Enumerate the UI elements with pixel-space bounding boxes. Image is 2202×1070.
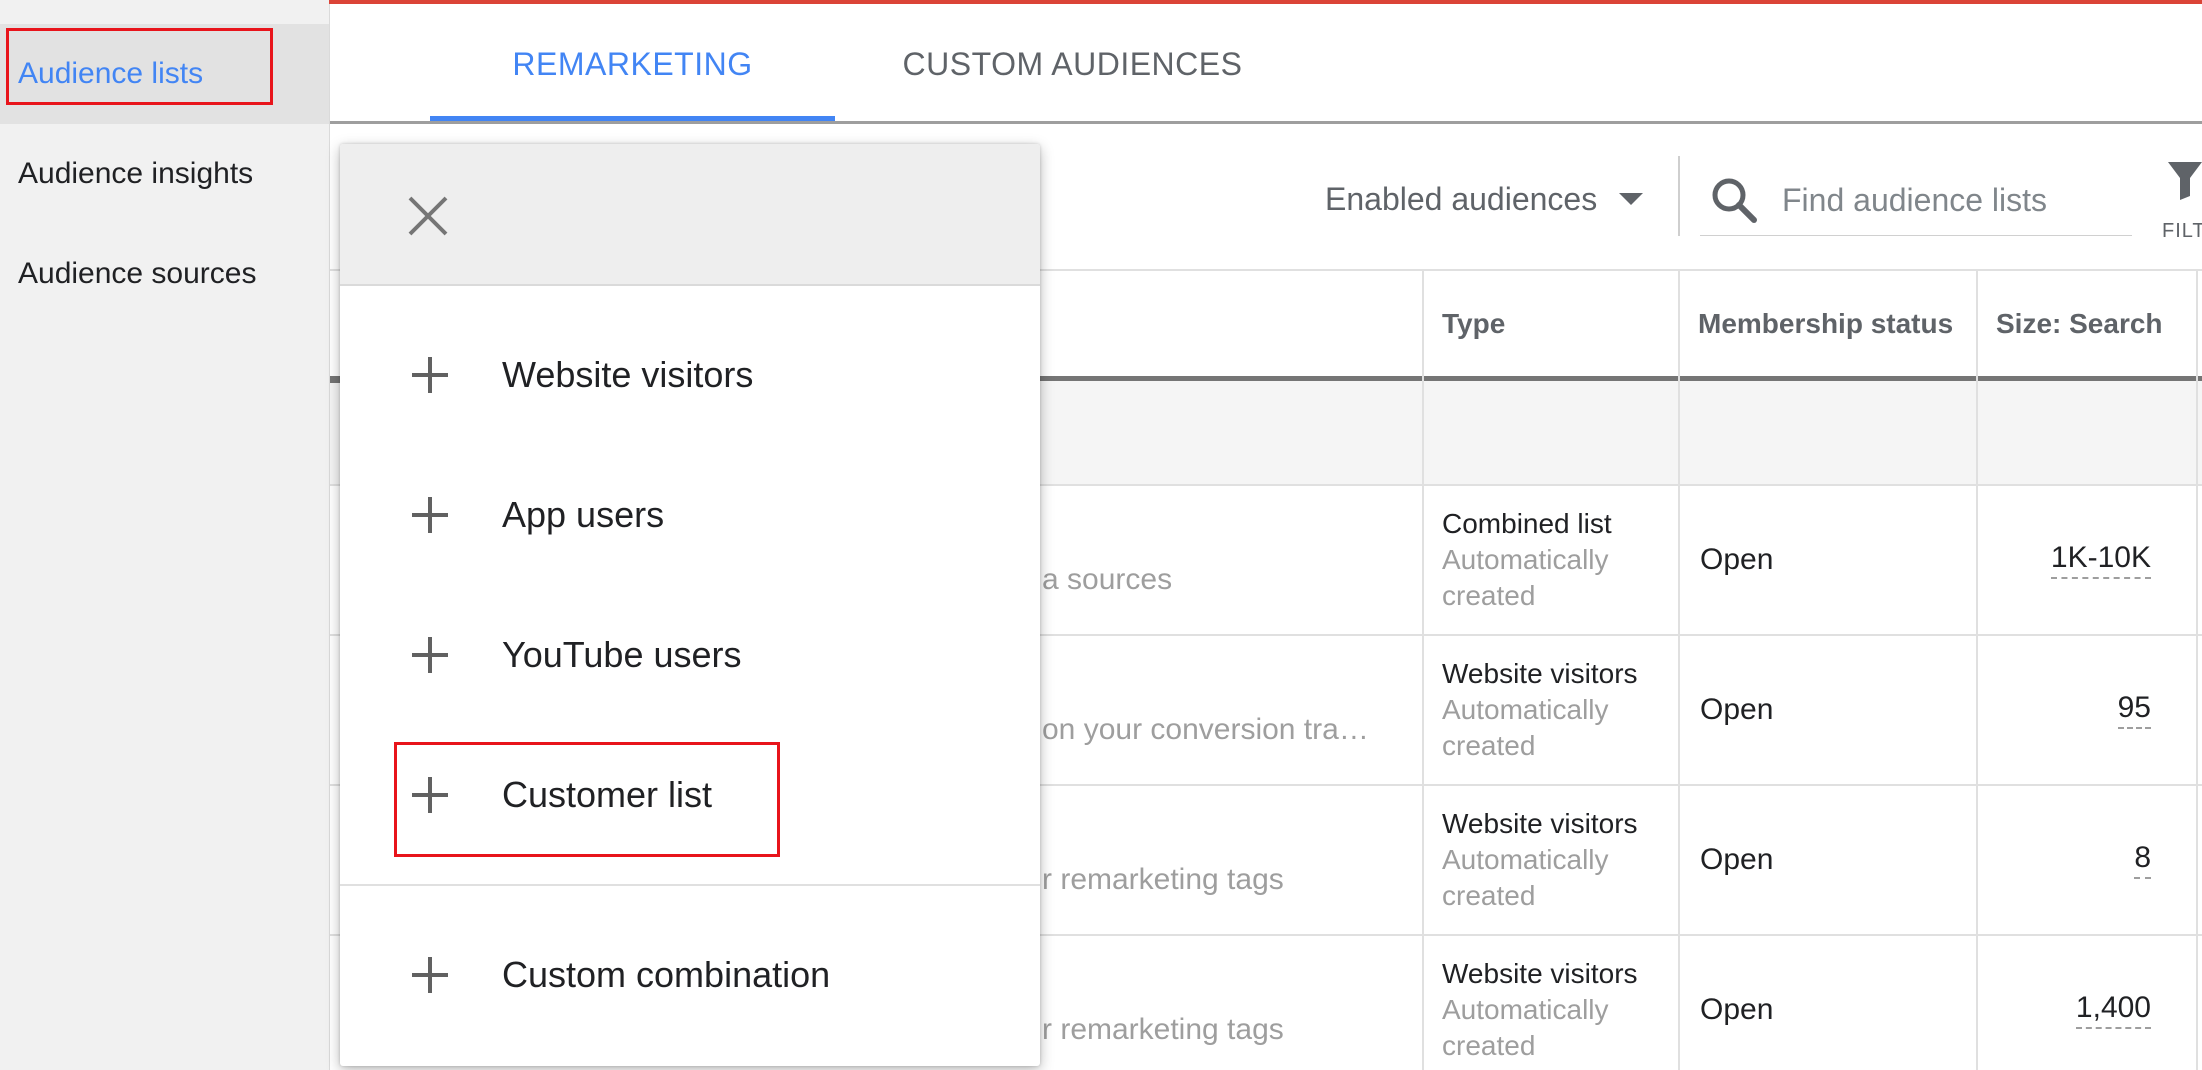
close-icon[interactable]: [400, 188, 456, 244]
menu-header: [340, 144, 1040, 286]
column-header-type[interactable]: Type: [1422, 271, 1678, 376]
menu-item-customer-list[interactable]: Customer list: [340, 740, 1040, 850]
row-membership-status: Open: [1700, 843, 1774, 876]
plus-icon: [412, 777, 448, 813]
type-sublabel: Automatically created: [1442, 844, 1609, 911]
row-membership-status: Open: [1700, 543, 1774, 576]
search-input[interactable]: [1780, 174, 2124, 226]
size-value[interactable]: 1,400: [2075, 991, 2151, 1029]
menu-item-label: App users: [502, 494, 665, 535]
type-sublabel: Automatically created: [1442, 694, 1609, 761]
type-label: Website visitors: [1442, 958, 1638, 989]
menu-item-label: Custom combination: [502, 954, 831, 995]
row-size: 1,400: [1976, 936, 2176, 1070]
type-sublabel: Automatically created: [1442, 994, 1609, 1061]
row-type: Website visitors Automatically created: [1422, 936, 1678, 1070]
row-type: Combined list Automatically created: [1422, 486, 1678, 634]
column-header-size-search[interactable]: Size: Search: [1976, 271, 2202, 376]
tab-bar: REMARKETING CUSTOM AUDIENCES: [330, 4, 2202, 124]
tab-label: CUSTOM AUDIENCES: [902, 45, 1243, 82]
tab-label: REMARKETING: [512, 45, 753, 82]
type-sublabel: Automatically created: [1442, 544, 1609, 611]
plus-icon: [412, 637, 448, 673]
size-value[interactable]: 1K-10K: [2050, 541, 2151, 579]
search-box: [1700, 164, 2132, 236]
tab-active-indicator: [430, 116, 835, 121]
sidebar-item-audience-sources[interactable]: Audience sources: [0, 224, 329, 324]
menu-item-label: Customer list: [502, 774, 713, 815]
sidebar: Audience lists Audience insights Audienc…: [0, 0, 330, 1070]
row-size: 1K-10K: [1976, 486, 2176, 634]
menu-item-label: YouTube users: [502, 634, 742, 675]
status-filter-dropdown[interactable]: Enabled audiences: [1325, 174, 1644, 224]
sidebar-item-label: Audience insights: [18, 157, 254, 190]
size-value[interactable]: 8: [2134, 841, 2151, 879]
column-header-membership-status[interactable]: Membership status: [1678, 271, 1976, 376]
menu-divider: [340, 884, 1040, 886]
menu-item-website-visitors[interactable]: Website visitors: [340, 320, 1040, 430]
menu-item-custom-combination[interactable]: Custom combination: [340, 920, 1040, 1030]
sidebar-item-audience-insights[interactable]: Audience insights: [0, 124, 329, 224]
column-divider: [1422, 269, 1424, 1070]
filter-icon[interactable]: [2168, 158, 2202, 202]
row-membership-status: Open: [1700, 993, 1774, 1026]
column-divider: [1678, 269, 1680, 1070]
app-root: Audience lists Audience insights Audienc…: [0, 0, 2202, 1070]
search-icon: [1712, 178, 1757, 223]
plus-icon: [412, 357, 448, 393]
menu-item-youtube-users[interactable]: YouTube users: [340, 600, 1040, 710]
size-value[interactable]: 95: [2117, 691, 2151, 729]
row-type: Website visitors Automatically created: [1422, 786, 1678, 934]
plus-icon: [412, 497, 448, 533]
menu-item-app-users[interactable]: App users: [340, 460, 1040, 570]
row-size: 8: [1976, 786, 2176, 934]
status-filter-label: Enabled audiences: [1325, 180, 1598, 217]
sidebar-item-label: Audience sources: [18, 257, 257, 290]
column-divider: [2196, 269, 2198, 1070]
column-divider: [1976, 269, 1978, 1070]
filter-label: FILT: [2162, 220, 2202, 242]
tab-remarketing[interactable]: REMARKETING: [430, 4, 835, 124]
toolbar-divider: [1678, 156, 1680, 236]
type-label: Website visitors: [1442, 658, 1638, 689]
plus-icon: [412, 957, 448, 993]
row-size: 95: [1976, 636, 2176, 784]
sidebar-item-audience-lists[interactable]: Audience lists: [0, 24, 329, 124]
type-label: Website visitors: [1442, 808, 1638, 839]
row-type: Website visitors Automatically created: [1422, 636, 1678, 784]
row-membership-status: Open: [1700, 693, 1774, 726]
type-label: Combined list: [1442, 508, 1612, 539]
sidebar-item-label: Audience lists: [18, 57, 204, 90]
tab-custom-audiences[interactable]: CUSTOM AUDIENCES: [870, 4, 1275, 124]
menu-item-label: Website visitors: [502, 354, 754, 395]
table-edge-mark: [330, 378, 340, 383]
caret-down-icon: [1619, 193, 1644, 205]
create-audience-menu: Website visitors App users YouTube users…: [340, 144, 1040, 1066]
